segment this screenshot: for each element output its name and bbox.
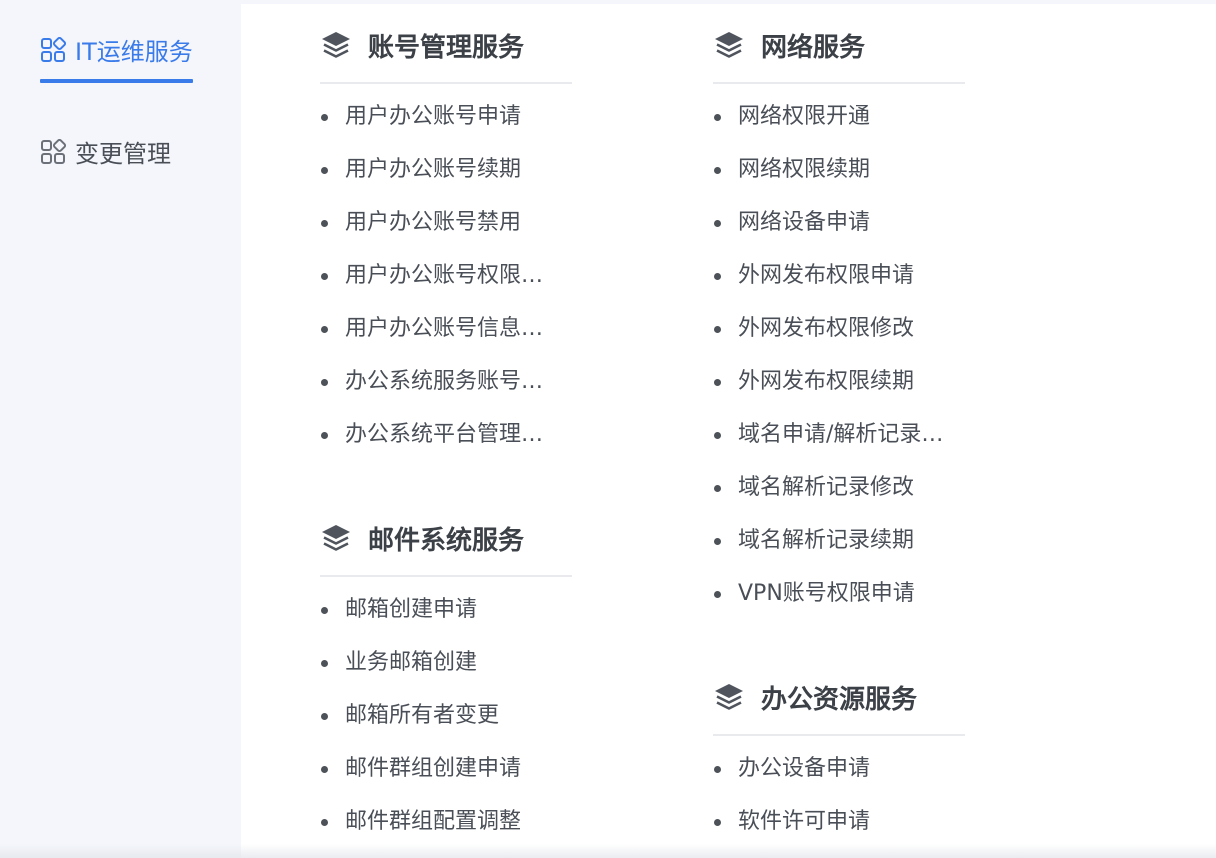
sidebar-item-label: IT运维服务 xyxy=(75,38,193,66)
section-title: 账号管理服务 xyxy=(368,32,525,63)
section-title: 网络服务 xyxy=(761,32,866,63)
service-link[interactable]: 邮箱创建申请 xyxy=(320,583,572,636)
section-header: 账号管理服务 xyxy=(320,8,572,84)
service-link[interactable]: 外网发布权限申请 xyxy=(713,249,965,302)
service-link[interactable]: 邮件群组创建申请 xyxy=(320,742,572,795)
service-link[interactable]: 外网发布权限修改 xyxy=(713,302,965,355)
service-link[interactable]: 用户办公账号续期 xyxy=(320,143,572,196)
apps-grid-icon xyxy=(41,36,66,62)
service-list: 邮箱创建申请 业务邮箱创建 邮箱所有者变更 邮件群组创建申请 邮件群组配置调整 xyxy=(320,583,572,848)
section-title: 办公资源服务 xyxy=(761,684,918,715)
layers-icon xyxy=(322,525,350,551)
section-account-management: 账号管理服务 用户办公账号申请 用户办公账号续期 用户办公账号禁用 用户办公账号… xyxy=(320,8,572,461)
section-network: 网络服务 网络权限开通 网络权限续期 网络设备申请 外网发布权限申请 外网发布权… xyxy=(713,8,965,620)
section-office-resources: 办公资源服务 办公设备申请 软件许可申请 xyxy=(713,660,965,848)
section-mail-system: 邮件系统服务 邮箱创建申请 业务邮箱创建 邮箱所有者变更 邮件群组创建申请 邮件… xyxy=(320,501,572,848)
service-link[interactable]: 用户办公账号申请 xyxy=(320,90,572,143)
service-catalog: 账号管理服务 用户办公账号申请 用户办公账号续期 用户办公账号禁用 用户办公账号… xyxy=(241,4,1216,858)
service-link[interactable]: 域名解析记录修改 xyxy=(713,461,965,514)
apps-grid-icon xyxy=(41,138,66,164)
service-link[interactable]: 办公系统平台管理… xyxy=(320,408,572,461)
layers-icon xyxy=(715,684,743,710)
service-link[interactable]: 办公设备申请 xyxy=(713,742,965,795)
service-link[interactable]: 域名申请/解析记录… xyxy=(713,408,965,461)
layers-icon xyxy=(715,32,743,58)
section-title: 邮件系统服务 xyxy=(368,525,525,556)
service-link[interactable]: 外网发布权限续期 xyxy=(713,355,965,408)
service-link[interactable]: 邮件群组配置调整 xyxy=(320,795,572,848)
service-link[interactable]: 网络权限续期 xyxy=(713,143,965,196)
service-link[interactable]: 域名解析记录续期 xyxy=(713,514,965,567)
layers-icon xyxy=(322,32,350,58)
section-header: 邮件系统服务 xyxy=(320,501,572,577)
service-link[interactable]: 用户办公账号信息… xyxy=(320,302,572,355)
service-link[interactable]: 用户办公账号禁用 xyxy=(320,196,572,249)
service-link[interactable]: 业务邮箱创建 xyxy=(320,636,572,689)
section-header: 办公资源服务 xyxy=(713,660,965,736)
service-link[interactable]: 软件许可申请 xyxy=(713,795,965,848)
service-link[interactable]: 网络设备申请 xyxy=(713,196,965,249)
service-link[interactable]: 邮箱所有者变更 xyxy=(320,689,572,742)
section-header: 网络服务 xyxy=(713,8,965,84)
service-list: 网络权限开通 网络权限续期 网络设备申请 外网发布权限申请 外网发布权限修改 外… xyxy=(713,90,965,620)
sidebar: IT运维服务 变更管理 xyxy=(0,0,241,858)
service-link[interactable]: 办公系统服务账号… xyxy=(320,355,572,408)
sidebar-item-change-management[interactable]: 变更管理 xyxy=(40,134,171,169)
service-list: 办公设备申请 软件许可申请 xyxy=(713,742,965,848)
service-link[interactable]: 网络权限开通 xyxy=(713,90,965,143)
sidebar-item-label: 变更管理 xyxy=(75,140,171,168)
service-link[interactable]: VPN账号权限申请 xyxy=(713,567,965,620)
service-link[interactable]: 用户办公账号权限… xyxy=(320,249,572,302)
service-list: 用户办公账号申请 用户办公账号续期 用户办公账号禁用 用户办公账号权限… 用户办… xyxy=(320,90,572,461)
sidebar-item-it-ops[interactable]: IT运维服务 xyxy=(40,32,193,83)
